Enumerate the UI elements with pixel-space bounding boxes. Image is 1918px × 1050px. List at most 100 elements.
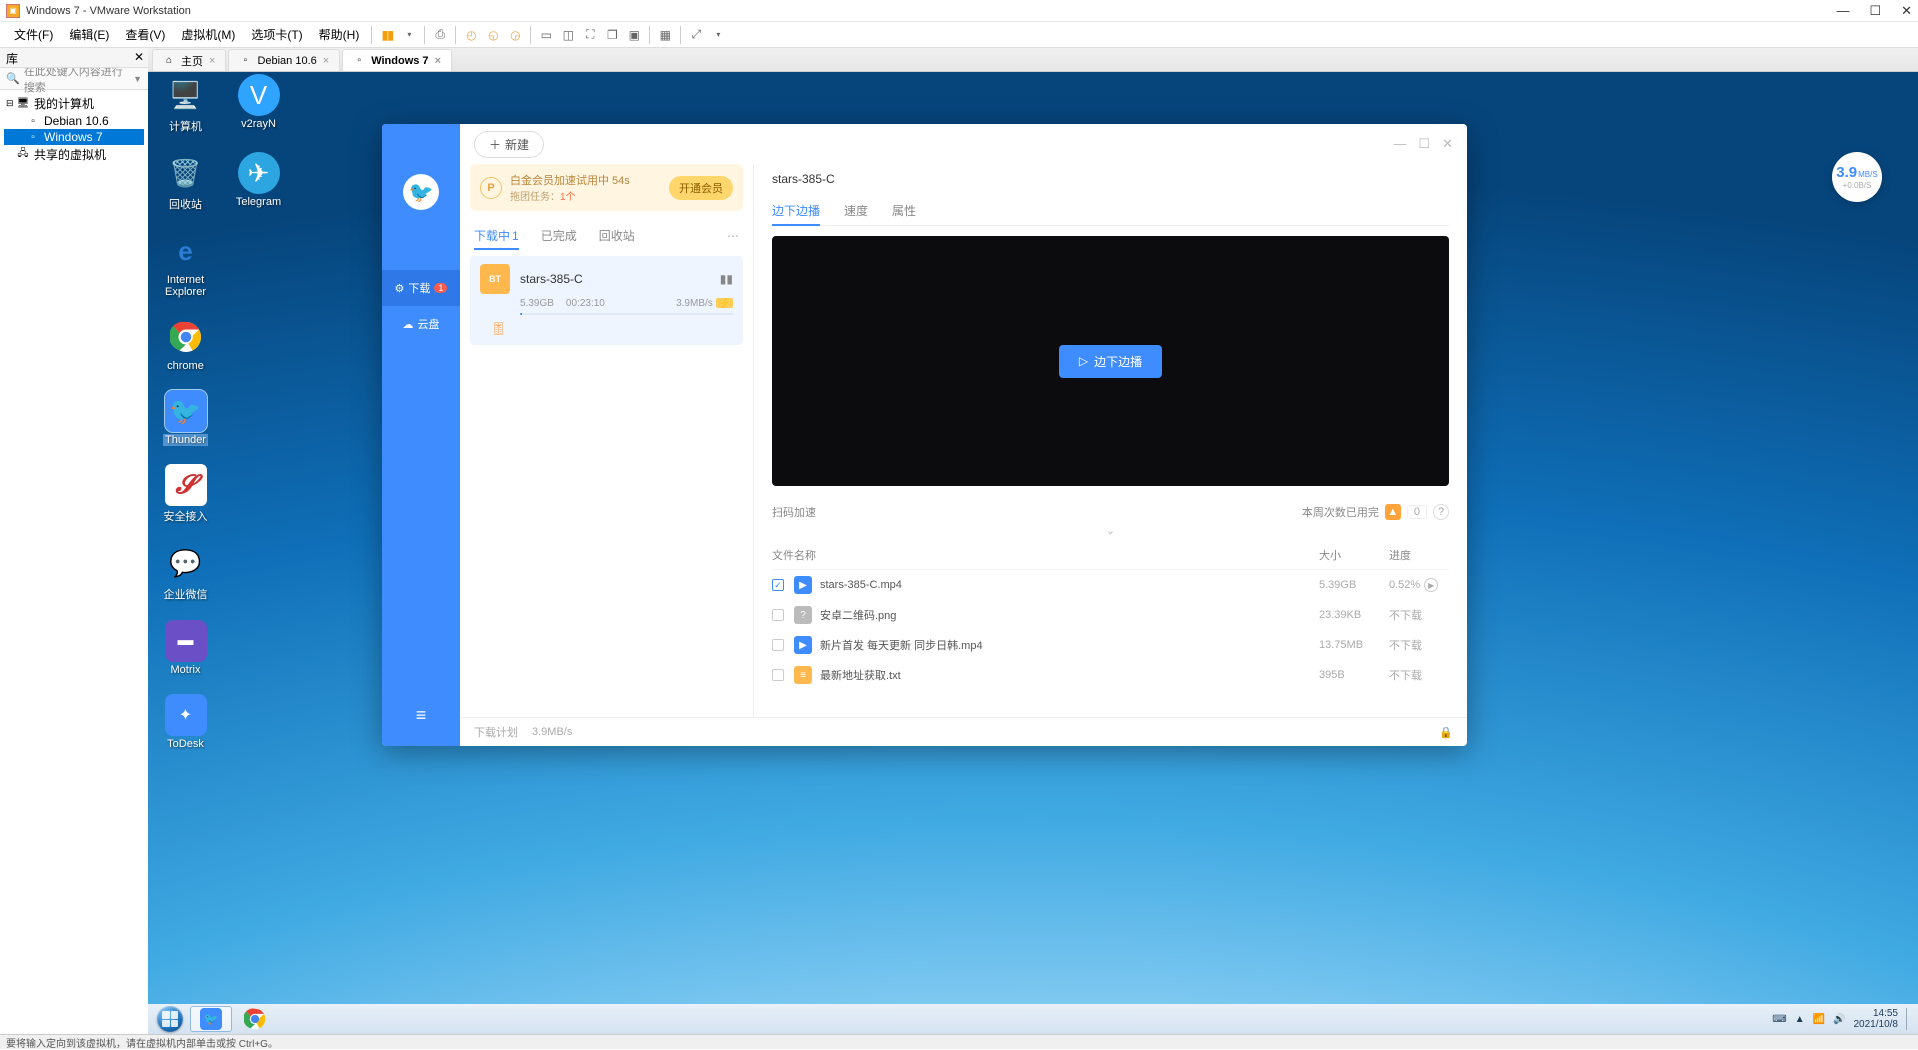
close-icon[interactable]: × xyxy=(323,55,329,67)
new-task-button[interactable]: ＋新建 xyxy=(474,131,544,158)
computer-icon: 🖥 xyxy=(16,98,30,110)
view-fullscreen-icon[interactable]: ⛶ xyxy=(579,24,601,46)
taskbar-pin-chrome[interactable] xyxy=(234,1006,276,1032)
app-minimize-button[interactable]: — xyxy=(1393,136,1406,152)
taskbar-clock[interactable]: 14:55 2021/10/8 xyxy=(1854,1008,1899,1030)
tray-network-icon[interactable]: 📶 xyxy=(1813,1014,1825,1025)
file-row[interactable]: ?安卓二维码.png23.39KB不下载 xyxy=(772,600,1449,630)
menu-edit[interactable]: 编辑(E) xyxy=(61,23,117,46)
desktop-icon-chrome[interactable]: chrome xyxy=(158,316,213,372)
desktop-icon-telegram[interactable]: ✈Telegram xyxy=(231,152,286,212)
tab-home[interactable]: ⌂ 主页 × xyxy=(152,49,226,71)
tree-my-computer[interactable]: ⊟ 🖥 我的计算机 xyxy=(4,94,144,113)
download-task[interactable]: BT stars-385-C ▮▮ 5.39GB 00:23:10 3.9MB/… xyxy=(470,256,743,345)
checkbox[interactable] xyxy=(772,609,784,621)
vmware-icon: ▣ xyxy=(6,4,20,18)
open-vip-button[interactable]: 开通会员 xyxy=(669,176,733,200)
tree-shared-vms[interactable]: 🖧 共享的虚拟机 xyxy=(4,145,144,164)
download-icon: ⚙ xyxy=(395,282,405,295)
more-icon[interactable]: ⋯ xyxy=(727,229,739,243)
tab-trash[interactable]: 回收站 xyxy=(599,221,635,250)
dropdown2-icon[interactable]: ▾ xyxy=(707,24,729,46)
maximize-button[interactable]: ☐ xyxy=(1869,3,1881,19)
menu-help[interactable]: 帮助(H) xyxy=(311,23,368,46)
desktop-icon-anquan[interactable]: 𝓢安全接入 xyxy=(158,464,213,524)
view-fit-icon[interactable]: ▭ xyxy=(535,24,557,46)
desktop-icon-motrix[interactable]: ▬Motrix xyxy=(158,620,213,676)
desktop-icon-recycle[interactable]: 🗑️回收站 xyxy=(158,152,213,212)
desktop-icon-todesk[interactable]: ✦ToDesk xyxy=(158,694,213,750)
detail-tab-speed[interactable]: 速度 xyxy=(844,196,868,225)
menu-tabs[interactable]: 选项卡(T) xyxy=(243,23,310,46)
file-row[interactable]: ✓▶stars-385-C.mp45.39GB0.52%▶ xyxy=(772,570,1449,600)
window-title: Windows 7 - VMware Workstation xyxy=(26,5,191,17)
tree-item-debian[interactable]: ▫ Debian 10.6 xyxy=(4,113,144,129)
promo-banner[interactable]: P 白金会员加速试用中 54s 拖团任务：1个 开通会员 xyxy=(470,164,743,211)
chevron-down-icon[interactable]: ⌄ xyxy=(772,520,1449,541)
app-maximize-button[interactable]: ☐ xyxy=(1418,136,1430,152)
plus-icon: ＋ xyxy=(489,136,501,153)
snapshot-icon[interactable]: ◴ xyxy=(460,24,482,46)
menu-vm[interactable]: 虚拟机(M) xyxy=(173,23,243,46)
download-plan-label[interactable]: 下载计划 xyxy=(474,724,518,740)
dropdown-icon[interactable]: ▾ xyxy=(398,24,420,46)
play-icon: ▷ xyxy=(1079,354,1088,368)
checkbox[interactable]: ✓ xyxy=(772,579,784,591)
library-search-input[interactable]: 🔍 在此处键入内容进行搜索 ▼ xyxy=(0,68,148,90)
view-console-icon[interactable]: ◫ xyxy=(557,24,579,46)
library-close-icon[interactable]: ✕ xyxy=(134,50,144,64)
tab-completed[interactable]: 已完成 xyxy=(541,221,577,250)
detail-tab-attr[interactable]: 属性 xyxy=(892,196,916,225)
desktop-icon-v2rayn[interactable]: Vv2rayN xyxy=(231,74,286,134)
pause-icon[interactable]: ▮▮ xyxy=(376,24,398,46)
taskbar-pin-thunder[interactable]: 🐦 xyxy=(190,1006,232,1032)
view-multimonitor-icon[interactable]: ▣ xyxy=(623,24,645,46)
play-file-button[interactable]: ▶ xyxy=(1424,578,1438,592)
desktop-icon-thunder[interactable]: 🐦Thunder xyxy=(158,390,213,446)
send-ctrl-alt-del-icon[interactable]: ⎙ xyxy=(429,24,451,46)
guest-desktop[interactable]: 🖥️计算机 Vv2rayN 🗑️回收站 ✈Telegram eInternet … xyxy=(148,72,1918,1034)
desktop-icon-computer[interactable]: 🖥️计算机 xyxy=(158,74,213,134)
tab-windows7[interactable]: ▫ Windows 7 × xyxy=(342,49,452,71)
video-file-icon: ▶ xyxy=(794,636,812,654)
tray-sound-icon[interactable]: 🔊 xyxy=(1833,1014,1845,1025)
menu-view[interactable]: 查看(V) xyxy=(117,23,173,46)
minimize-button[interactable]: — xyxy=(1836,3,1849,19)
close-icon[interactable]: × xyxy=(435,55,441,67)
snapshot-manage-icon[interactable]: ◶ xyxy=(504,24,526,46)
desktop-icon-ie[interactable]: eInternet Explorer xyxy=(158,230,213,298)
network-speed-gauge[interactable]: 3.9MB/S +0.0B/S xyxy=(1832,152,1882,202)
close-button[interactable]: ✕ xyxy=(1901,3,1912,19)
menu-file[interactable]: 文件(F) xyxy=(6,23,61,46)
show-desktop-button[interactable] xyxy=(1906,1008,1914,1030)
start-button[interactable] xyxy=(152,1006,188,1032)
tree-item-windows7[interactable]: ▫ Windows 7 xyxy=(4,129,144,145)
view-unity-icon[interactable]: ❐ xyxy=(601,24,623,46)
checkbox[interactable] xyxy=(772,669,784,681)
close-icon[interactable]: × xyxy=(209,55,215,67)
hamburger-icon[interactable]: ≡ xyxy=(416,705,427,726)
tab-downloading[interactable]: 下载中1 xyxy=(474,221,519,250)
stretch-icon[interactable]: ⤢ xyxy=(685,24,707,46)
tray-flag-icon[interactable]: ▲ xyxy=(1795,1014,1805,1025)
desktop-icon-qywx[interactable]: 💬企业微信 xyxy=(158,542,213,602)
checkbox[interactable] xyxy=(772,639,784,651)
quick-switch-icon[interactable]: ▦ xyxy=(654,24,676,46)
tray-lang-icon[interactable]: ⌨ xyxy=(1772,1014,1786,1025)
guest-taskbar[interactable]: 🐦 ⌨ ▲ 📶 🔊 14:55 2021/10/8 xyxy=(148,1004,1918,1034)
sidebar-item-download[interactable]: ⚙下载1 xyxy=(382,270,460,306)
warning-icon: ▲ xyxy=(1385,504,1401,520)
pause-task-button[interactable]: ▮▮ xyxy=(720,272,733,286)
thunder-logo-icon[interactable]: 🐦 xyxy=(403,174,439,210)
tab-debian[interactable]: ▫ Debian 10.6 × xyxy=(228,49,340,71)
task-options-icon[interactable]: 🎚 xyxy=(480,321,733,337)
help-icon[interactable]: ? xyxy=(1433,504,1449,520)
play-while-download-button[interactable]: ▷边下边播 xyxy=(1059,345,1162,378)
file-row[interactable]: ≡最新地址获取.txt395B不下载 xyxy=(772,660,1449,690)
snapshot-revert-icon[interactable]: ◵ xyxy=(482,24,504,46)
detail-tab-play[interactable]: 边下边播 xyxy=(772,196,820,225)
lock-icon[interactable]: 🔒 xyxy=(1439,726,1453,739)
sidebar-item-cloud[interactable]: ☁云盘 xyxy=(382,306,460,342)
app-close-button[interactable]: ✕ xyxy=(1442,136,1453,152)
file-row[interactable]: ▶新片首发 每天更新 同步日韩.mp413.75MB不下载 xyxy=(772,630,1449,660)
